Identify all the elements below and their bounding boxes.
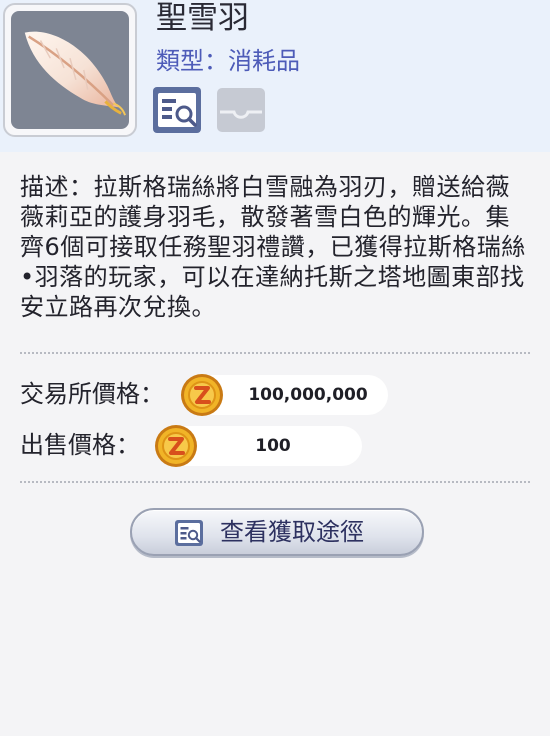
divider bbox=[20, 481, 530, 483]
item-content: 描述：拉斯格瑞絲將白雪融為羽刃，贈送給薇薇莉亞的護身羽毛，散發著雪白色的輝光。集… bbox=[0, 152, 550, 736]
view-acquisition-button[interactable]: 查看獲取途徑 bbox=[130, 508, 424, 556]
view-acquisition-label: 查看獲取途徑 bbox=[220, 518, 364, 546]
divider bbox=[20, 352, 530, 354]
card-slot-icon bbox=[216, 86, 266, 134]
item-description: 描述：拉斯格瑞絲將白雪融為羽刃，贈送給薇薇莉亞的護身羽毛，散發著雪白色的輝光。集… bbox=[20, 173, 526, 321]
item-detail-panel: 聖雪羽 類型：消耗品 描述：拉斯格瑞絲將白雪融為羽刃，贈送給薇薇莉亞的護身羽毛，… bbox=[0, 0, 550, 736]
item-name: 聖雪羽 bbox=[156, 0, 249, 36]
view-details-icon bbox=[174, 519, 204, 547]
sell-price-label: 出售價格： bbox=[20, 431, 140, 459]
feather-icon bbox=[11, 11, 129, 129]
zeny-coin-icon bbox=[154, 424, 198, 468]
view-details-icon[interactable] bbox=[152, 86, 202, 134]
item-icon-frame bbox=[3, 3, 137, 137]
item-type: 類型：消耗品 bbox=[156, 47, 300, 75]
item-header: 聖雪羽 類型：消耗品 bbox=[0, 0, 550, 152]
exchange-price-label: 交易所價格： bbox=[20, 380, 164, 408]
zeny-coin-icon bbox=[180, 373, 224, 417]
